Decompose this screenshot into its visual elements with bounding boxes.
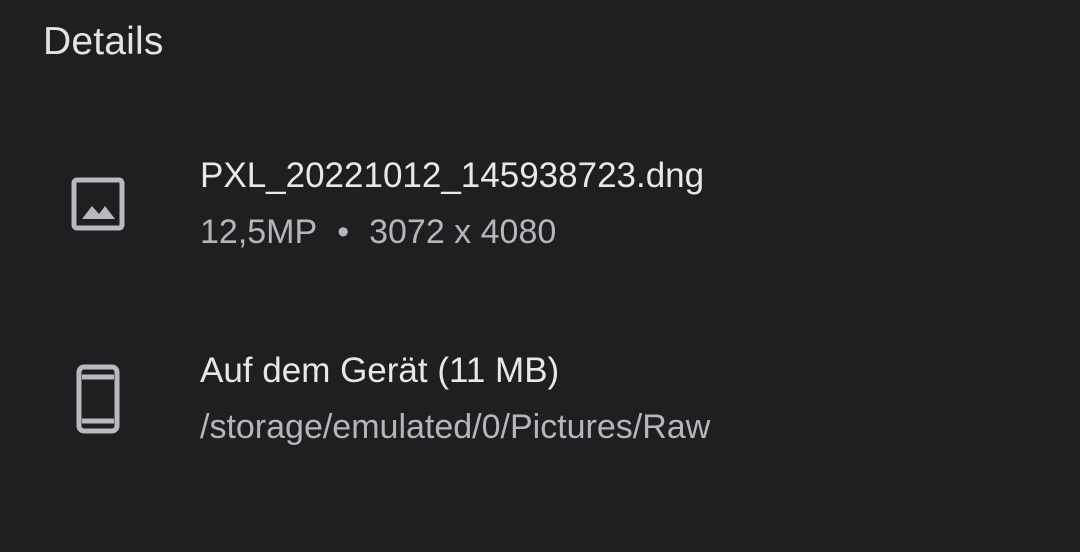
meta-separator: • [337, 213, 350, 251]
file-meta: 12,5MP • 3072 x 4080 [200, 210, 556, 254]
location-info-row[interactable]: Auf dem Gerät (11 MB) /storage/emulated/… [0, 345, 1080, 455]
details-panel: Details PXL_20221012_145938723.dng 12,5M… [0, 0, 1080, 552]
storage-label: Auf dem Gerät (11 MB) [200, 351, 560, 390]
phone-icon [66, 363, 130, 435]
file-megapixels: 12,5MP [200, 213, 318, 251]
file-name: PXL_20221012_145938723.dng [200, 156, 705, 195]
details-title: Details [43, 20, 164, 63]
image-icon [66, 168, 130, 240]
file-info-row[interactable]: PXL_20221012_145938723.dng 12,5MP • 3072 x… [0, 150, 1080, 260]
file-path: /storage/emulated/0/Pictures/Raw [200, 408, 711, 446]
file-dimensions: 3072 x 4080 [369, 213, 557, 251]
